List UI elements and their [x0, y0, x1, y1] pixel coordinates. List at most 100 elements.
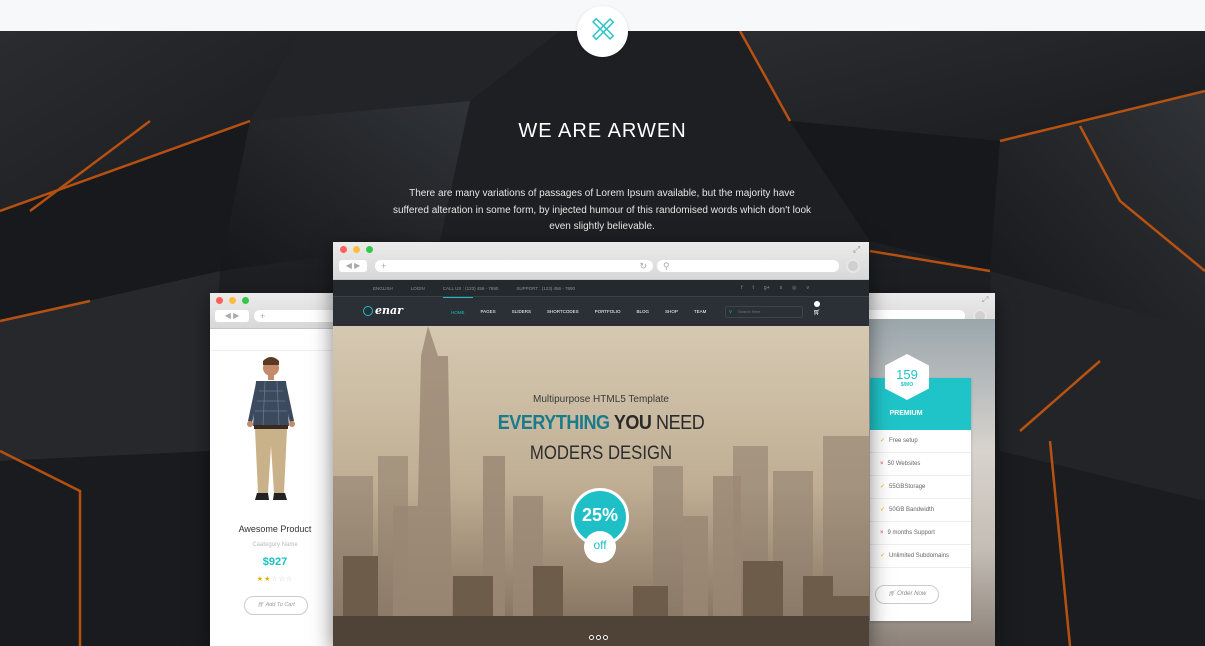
hero-headline-line2: MODERS DESIGN: [529, 443, 673, 464]
menu-item-pages[interactable]: PAGES: [473, 297, 504, 327]
reload-icon[interactable]: ↻: [639, 260, 647, 272]
product-list-header: [210, 329, 332, 351]
logo-badge: [577, 6, 628, 57]
skype-icon[interactable]: s: [780, 285, 783, 291]
hero-slider: Multipurpose HTML5 Template EVERYTHING Y…: [333, 326, 869, 646]
section-description: There are many variations of passages of…: [392, 188, 812, 232]
menu-item-team[interactable]: TEAM: [686, 297, 715, 327]
main-menu: HOME PAGES SLIDERS SHORTCODES PORTFOLIO …: [443, 297, 714, 327]
headline-word: YOU: [613, 412, 652, 434]
hero-headline: EVERYTHING YOU NEED: [360, 412, 842, 435]
feature-row: × 50 Websites: [870, 453, 971, 476]
browser-chrome: ⤢ ◀ ▶ + ↻ ⚲: [333, 242, 869, 280]
star-empty-icon: ☆: [278, 576, 286, 583]
expand-icon[interactable]: ⤢: [853, 244, 860, 255]
social-links: f t g+ s ◎ v: [741, 280, 809, 296]
feature-label: 50GB Bandwidth: [889, 507, 935, 513]
language-link[interactable]: ENGLISH: [373, 286, 393, 291]
hero-subtitle: Multipurpose HTML5 Template: [533, 394, 669, 405]
google-plus-icon[interactable]: g+: [764, 285, 770, 291]
slider-dot[interactable]: [596, 635, 601, 640]
minimize-dot[interactable]: [229, 297, 236, 304]
plan-price: 159: [896, 366, 918, 382]
add-to-cart-label: Add To Cart: [265, 602, 295, 608]
minimize-dot[interactable]: [353, 246, 360, 253]
menu-item-shortcodes[interactable]: SHORTCODES: [539, 297, 587, 327]
slider-pagination: [589, 635, 608, 640]
call-us-text: CALL US : (123) 456 - 7890: [442, 285, 499, 291]
city-skyline-image: [333, 326, 869, 646]
support-text: SUPPORT : (123) 456 - 7890: [516, 285, 576, 291]
slider-dot[interactable]: [603, 635, 608, 640]
maximize-dot[interactable]: [366, 246, 373, 253]
vimeo-icon[interactable]: v: [807, 285, 810, 291]
feature-label: Free setup: [889, 438, 918, 444]
login-link[interactable]: LOGIN: [411, 286, 425, 291]
expand-icon[interactable]: ⤢: [982, 295, 988, 305]
menu-item-portfolio[interactable]: PORTFOLIO: [587, 297, 629, 327]
cart-icon: 🛒︎: [887, 591, 896, 597]
feature-row: ✓ Unlimited Subdomains: [870, 545, 971, 568]
check-icon: ✓: [880, 438, 886, 444]
feature-label: 50 Websites: [887, 461, 921, 467]
dribbble-icon[interactable]: ◎: [792, 285, 796, 291]
star-filled-icon: ★: [256, 576, 265, 583]
brand-logo[interactable]: enar: [375, 304, 403, 317]
browser-search-bar[interactable]: ⚲: [657, 260, 839, 272]
menu-item-blog[interactable]: BLOG: [629, 297, 658, 327]
star-empty-icon: ☆: [271, 576, 279, 583]
menu-item-shop[interactable]: SHOP: [657, 297, 686, 327]
close-dot[interactable]: [340, 246, 347, 253]
product-image[interactable]: [210, 351, 332, 507]
main-browser-window: ⤢ ◀ ▶ + ↻ ⚲ ENGLISH LOGIN CALL US : (123)…: [333, 242, 869, 646]
site-search-input[interactable]: ⚲ Search Here: [725, 306, 803, 318]
brand-sun-icon: [363, 306, 373, 316]
menu-item-sliders[interactable]: SLIDERS: [504, 297, 539, 327]
feature-label: 9 months Support: [887, 530, 935, 536]
search-placeholder: Search Here: [738, 309, 761, 314]
twitter-icon[interactable]: t: [753, 285, 754, 291]
feature-label: Unlimited Subdomains: [889, 553, 950, 559]
back-forward-buttons[interactable]: ◀ ▶: [339, 260, 367, 272]
menu-item-home[interactable]: HOME: [443, 297, 473, 327]
menu-circle-button[interactable]: [846, 259, 860, 273]
product-price: $927: [262, 556, 288, 568]
search-icon: ⚲: [663, 261, 670, 271]
product-category[interactable]: Caategory Name: [210, 542, 340, 548]
check-icon: ✓: [880, 553, 886, 559]
pencil-ruler-icon: [590, 16, 616, 47]
check-icon: ✓: [880, 484, 886, 490]
product-rating: ★★☆☆☆: [210, 575, 340, 583]
feature-row: ✓ Free setup: [870, 430, 971, 453]
feature-row: ✓ 55GBStorage: [870, 476, 971, 499]
order-now-label: Order Now: [897, 591, 927, 597]
info-bar: ENGLISH LOGIN CALL US : (123) 456 - 7890…: [333, 280, 869, 296]
check-icon: ✓: [880, 507, 886, 513]
product-name[interactable]: Awesome Product: [210, 524, 340, 534]
cross-icon: ×: [880, 461, 884, 467]
headline-word: EVERYTHING: [497, 412, 610, 434]
pricing-card: 159 $/MO PREMIUM ✓ Free setup × 50 Website…: [870, 354, 971, 621]
plan-period: $/MO: [900, 381, 914, 388]
site-navbar: enar HOME PAGES SLIDERS SHORTCODES PORTF…: [333, 296, 869, 326]
feature-label: 55GBStorage: [889, 484, 926, 490]
cart-count-badge: [814, 301, 820, 307]
facebook-icon[interactable]: f: [741, 285, 742, 291]
maximize-dot[interactable]: [242, 297, 249, 304]
add-to-cart-button[interactable]: 🛒︎ Add To Cart: [244, 596, 308, 615]
order-now-button[interactable]: 🛒︎ Order Now: [875, 585, 939, 604]
back-forward-buttons[interactable]: ◀ ▶: [215, 310, 249, 322]
close-dot[interactable]: [216, 297, 223, 304]
headline-word: NEED: [656, 412, 705, 434]
plan-name: PREMIUM: [889, 410, 923, 417]
section-title: WE ARE ARWEN: [518, 120, 687, 142]
cross-icon: ×: [880, 530, 884, 536]
cart-icon[interactable]: 🛒︎: [813, 309, 821, 316]
url-bar[interactable]: + ↻: [375, 260, 653, 272]
discount-off-label: off: [584, 531, 616, 563]
star-empty-icon: ☆: [285, 576, 294, 583]
cart-icon: 🛒︎: [257, 602, 265, 608]
search-icon: ⚲: [729, 309, 732, 314]
feature-row: × 9 months Support: [870, 522, 971, 545]
slider-dot[interactable]: [589, 635, 594, 640]
